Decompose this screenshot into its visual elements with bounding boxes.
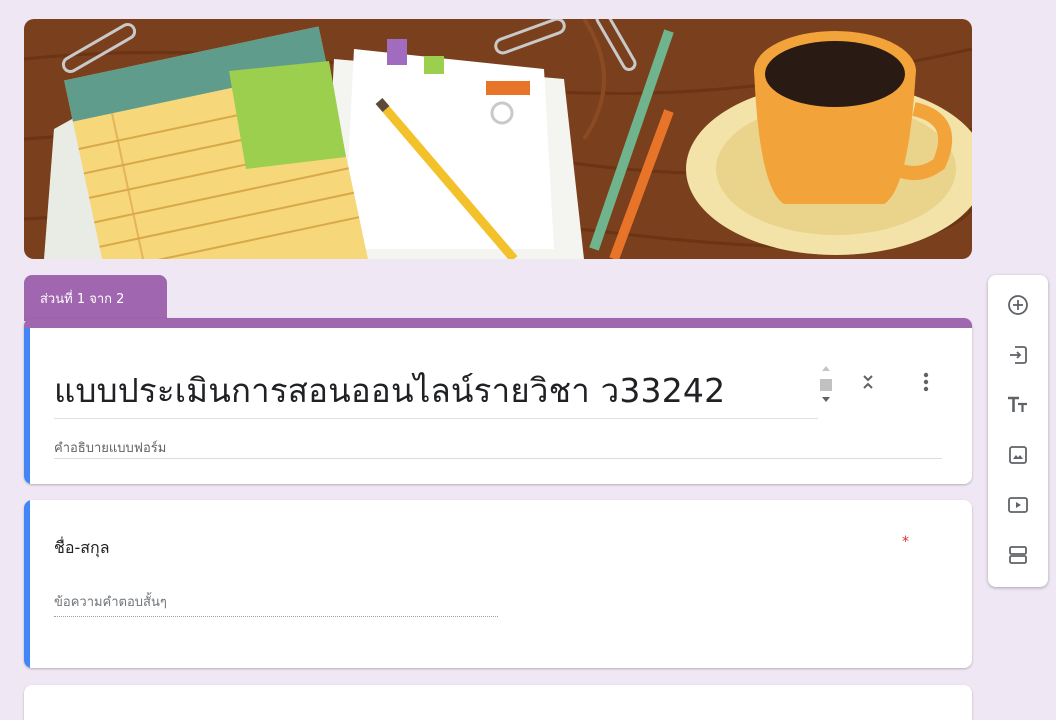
description-underline [54,458,942,459]
form-description-input[interactable]: คำอธิบายแบบฟอร์ม [54,437,166,458]
question-card[interactable]: ชื่อ-สกุล * ข้อความคำตอบสั้นๆ [24,500,972,668]
required-indicator: * [902,534,909,550]
section-icon [1009,546,1027,564]
title-scrollbar[interactable] [818,362,834,416]
add-image-button[interactable] [1003,440,1033,470]
title-underline [54,418,818,419]
form-title-input[interactable]: แบบประเมินการสอนออนไลน์รายวิชา ว33242 [54,364,725,417]
import-questions-button[interactable] [1003,340,1033,370]
header-banner-image [24,19,972,259]
more-options-button[interactable] [914,370,938,394]
section-tab-label: ส่วนที่ 1 จาก 2 [40,292,125,307]
text-icon [1008,396,1027,412]
floating-toolbar [988,275,1048,587]
focus-indicator-bar [24,500,30,668]
answer-underline [54,616,498,617]
add-question-button[interactable] [1003,290,1033,320]
focus-indicator-bar [24,328,30,484]
import-icon [1010,346,1027,364]
collapse-section-button[interactable] [856,370,880,394]
scroll-down-icon[interactable] [822,397,830,402]
section-indicator-tab: ส่วนที่ 1 จาก 2 [24,275,167,321]
question-title[interactable]: ชื่อ-สกุล [54,536,110,561]
add-video-button[interactable] [1003,490,1033,520]
short-answer-placeholder: ข้อความคำตอบสั้นๆ [54,595,167,610]
video-icon [1008,497,1028,513]
collapse-icon [863,375,873,389]
next-question-card[interactable] [24,685,972,720]
scroll-up-icon[interactable] [822,366,830,371]
more-vertical-icon [923,372,929,392]
form-title-card[interactable]: แบบประเมินการสอนออนไลน์รายวิชา ว33242 คำ… [24,318,972,484]
scroll-thumb[interactable] [820,379,832,391]
add-section-button[interactable] [1003,540,1033,570]
plus-circle-icon [1008,295,1028,315]
image-icon [1009,446,1027,464]
add-title-button[interactable] [1003,390,1033,420]
